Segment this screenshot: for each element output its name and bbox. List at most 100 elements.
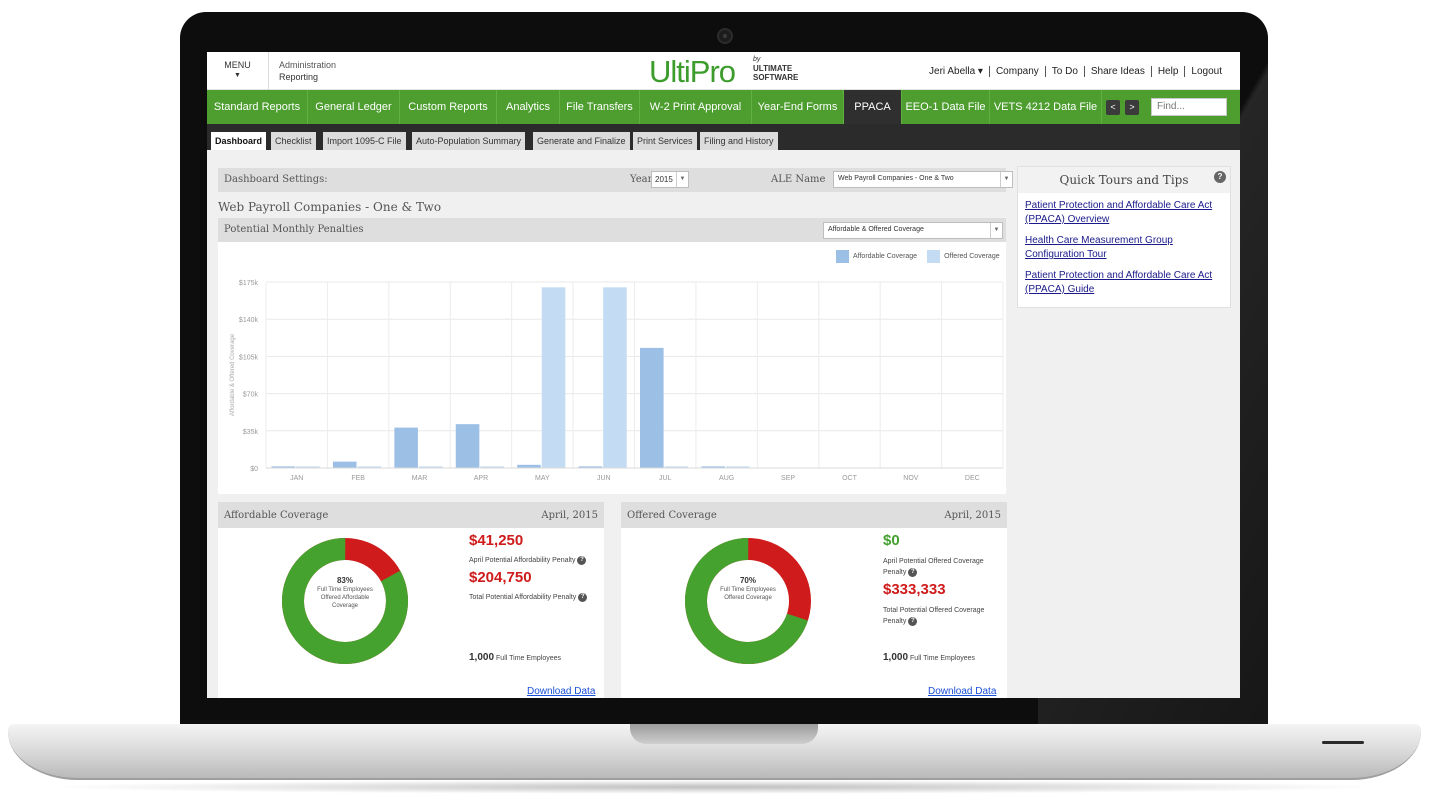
- quick-tours-panel: Quick Tours and Tips ? Patient Protectio…: [1017, 166, 1231, 308]
- company-link[interactable]: Company: [988, 66, 1045, 77]
- help-icon[interactable]: ?: [1214, 171, 1226, 183]
- bar-offered-may: [541, 287, 566, 468]
- affordable-card-header: Affordable Coverage April, 2015: [218, 502, 604, 528]
- tab-filing-history[interactable]: Filing and History: [700, 132, 778, 150]
- tab-auto-population-summary[interactable]: Auto-Population Summary: [412, 132, 526, 150]
- nav-ppaca[interactable]: PPACA: [844, 90, 902, 124]
- nav-standard-reports[interactable]: Standard Reports: [207, 90, 308, 124]
- ale-label: ALE Name: [771, 174, 826, 185]
- x-tick-label: FEB: [351, 475, 365, 482]
- tip-link-measurement-group-tour[interactable]: Health Care Measurement Group Configurat…: [1025, 234, 1225, 262]
- help-icon[interactable]: ?: [908, 567, 918, 577]
- user-menu[interactable]: Jeri Abella ▾: [923, 66, 989, 77]
- offered-monthly-penalty: $0: [883, 532, 900, 549]
- x-tick-label: NOV: [903, 475, 919, 482]
- quick-tours-title: Quick Tours and Tips: [1018, 167, 1230, 193]
- y-tick-label: $140k: [239, 317, 259, 324]
- menu-button[interactable]: MENU ▼: [207, 52, 269, 90]
- affordable-total-penalty: $204,750: [469, 569, 532, 586]
- share-ideas-link[interactable]: Share Ideas: [1083, 66, 1151, 77]
- affordable-download-link[interactable]: Download Data: [527, 686, 595, 697]
- tab-dashboard[interactable]: Dashboard: [211, 132, 267, 150]
- x-tick-label: OCT: [842, 475, 858, 482]
- bar-affordable-mar: [394, 427, 418, 468]
- user-links: Jeri Abella ▾ Company To Do Share Ideas …: [923, 66, 1228, 77]
- nav-next-button[interactable]: >: [1125, 100, 1139, 115]
- affordable-donut-caption: Full Time Employees Offered Affordable C…: [317, 587, 373, 609]
- help-icon[interactable]: ?: [908, 616, 918, 626]
- bar-offered-jun: [603, 287, 627, 468]
- menu-label: MENU: [224, 60, 251, 70]
- main-nav: Standard Reports General Ledger Custom R…: [207, 90, 1240, 124]
- affordable-employees-value: 1,000: [469, 652, 495, 663]
- y-axis-title: Affordable & Offered Coverage: [230, 333, 236, 416]
- offered-monthly-caption-text: April Potential Offered Coverage Penalty: [883, 558, 984, 576]
- y-tick-label: $105k: [239, 354, 259, 361]
- offered-coverage-card: Offered Coverage April, 2015 70% Full Ti…: [621, 502, 1007, 698]
- offered-donut-label: 70% Full Time Employees Offered Coverage: [713, 577, 783, 602]
- x-tick-label: JUL: [659, 475, 672, 482]
- laptop-slot: [1322, 741, 1364, 744]
- x-tick-label: APR: [474, 475, 488, 482]
- ale-value: Web Payroll Companies - One & Two: [838, 175, 954, 182]
- nav-file-transfers[interactable]: File Transfers: [560, 90, 640, 124]
- help-link[interactable]: Help: [1150, 66, 1185, 77]
- logo-company-line-2: SOFTWARE: [753, 73, 799, 82]
- breadcrumb-parent[interactable]: Administration: [279, 59, 336, 71]
- chevron-down-icon: ▼: [1000, 172, 1012, 187]
- nav-prev-button[interactable]: <: [1106, 100, 1120, 115]
- logo-by-text: by: [753, 56, 761, 63]
- caret-down-icon: ▼: [234, 72, 241, 79]
- breadcrumb-current: Reporting: [279, 72, 319, 82]
- sub-nav: Dashboard Checklist Import 1095-C File A…: [207, 124, 1240, 150]
- logo-company-line-1: ULTIMATE: [753, 64, 793, 73]
- dashboard-content: Dashboard Settings: Year 2015 ▼ ALE Name…: [207, 150, 1240, 698]
- logout-link[interactable]: Logout: [1184, 66, 1228, 77]
- nav-custom-reports[interactable]: Custom Reports: [400, 90, 497, 124]
- x-tick-label: JAN: [290, 475, 303, 482]
- help-icon[interactable]: ?: [577, 555, 587, 565]
- help-icon[interactable]: ?: [578, 592, 588, 602]
- ale-select[interactable]: Web Payroll Companies - One & Two ▼: [833, 171, 1013, 188]
- y-tick-label: $70k: [243, 392, 259, 399]
- todo-link[interactable]: To Do: [1044, 66, 1084, 77]
- tip-link-ppaca-guide[interactable]: Patient Protection and Affordable Care A…: [1025, 269, 1225, 297]
- find-input[interactable]: Find...: [1151, 98, 1227, 116]
- laptop-shadow: [40, 780, 1389, 794]
- affordable-card-period: April, 2015: [541, 510, 598, 521]
- affordable-coverage-card: Affordable Coverage April, 2015 83% Full…: [218, 502, 604, 698]
- offered-card-header: Offered Coverage April, 2015: [621, 502, 1007, 528]
- nav-year-end-forms[interactable]: Year-End Forms: [752, 90, 844, 124]
- chevron-down-icon: ▼: [676, 172, 688, 187]
- tip-link-ppaca-overview[interactable]: Patient Protection and Affordable Care A…: [1025, 199, 1225, 227]
- x-tick-label: MAR: [412, 475, 428, 482]
- offered-total-caption: Total Potential Offered Coverage Penalty…: [883, 605, 1001, 627]
- nav-eeo1-data-file[interactable]: EEO-1 Data File: [902, 90, 990, 124]
- affordable-monthly-caption-text: April Potential Affordability Penalty: [469, 557, 576, 564]
- affordable-total-caption-text: Total Potential Affordability Penalty: [469, 594, 577, 601]
- offered-download-link[interactable]: Download Data: [928, 686, 996, 697]
- year-select[interactable]: 2015 ▼: [651, 171, 689, 188]
- offered-employees-caption: Full Time Employees: [910, 655, 975, 662]
- nav-vets-4212-data-file[interactable]: VETS 4212 Data File: [990, 90, 1102, 124]
- y-tick-label: $175k: [239, 280, 259, 287]
- top-bar: MENU ▼ Administration Reporting UltiPro …: [207, 52, 1240, 90]
- laptop-mockup: MENU ▼ Administration Reporting UltiPro …: [0, 0, 1429, 804]
- settings-label: Dashboard Settings:: [224, 174, 328, 185]
- tab-print-services[interactable]: Print Services: [633, 132, 697, 150]
- y-tick-label: $0: [250, 466, 258, 473]
- tab-checklist[interactable]: Checklist: [271, 132, 316, 150]
- tab-generate-finalize[interactable]: Generate and Finalize: [533, 132, 630, 150]
- tab-import-1095c[interactable]: Import 1095-C File: [323, 132, 406, 150]
- webcam: [717, 28, 733, 44]
- x-tick-label: JUN: [597, 475, 611, 482]
- affordable-donut-pct: 83%: [336, 576, 353, 585]
- nav-general-ledger[interactable]: General Ledger: [308, 90, 400, 124]
- y-tick-label: $35k: [243, 429, 259, 436]
- affordable-donut-label: 83% Full Time Employees Offered Affordab…: [310, 577, 380, 610]
- affordable-monthly-penalty: $41,250: [469, 532, 524, 549]
- nav-analytics[interactable]: Analytics: [497, 90, 560, 124]
- nav-w2-print-approval[interactable]: W-2 Print Approval: [640, 90, 752, 124]
- dashboard-settings-bar: Dashboard Settings: Year 2015 ▼ ALE Name…: [218, 168, 1013, 192]
- ultipro-logo: UltiPro: [649, 54, 736, 89]
